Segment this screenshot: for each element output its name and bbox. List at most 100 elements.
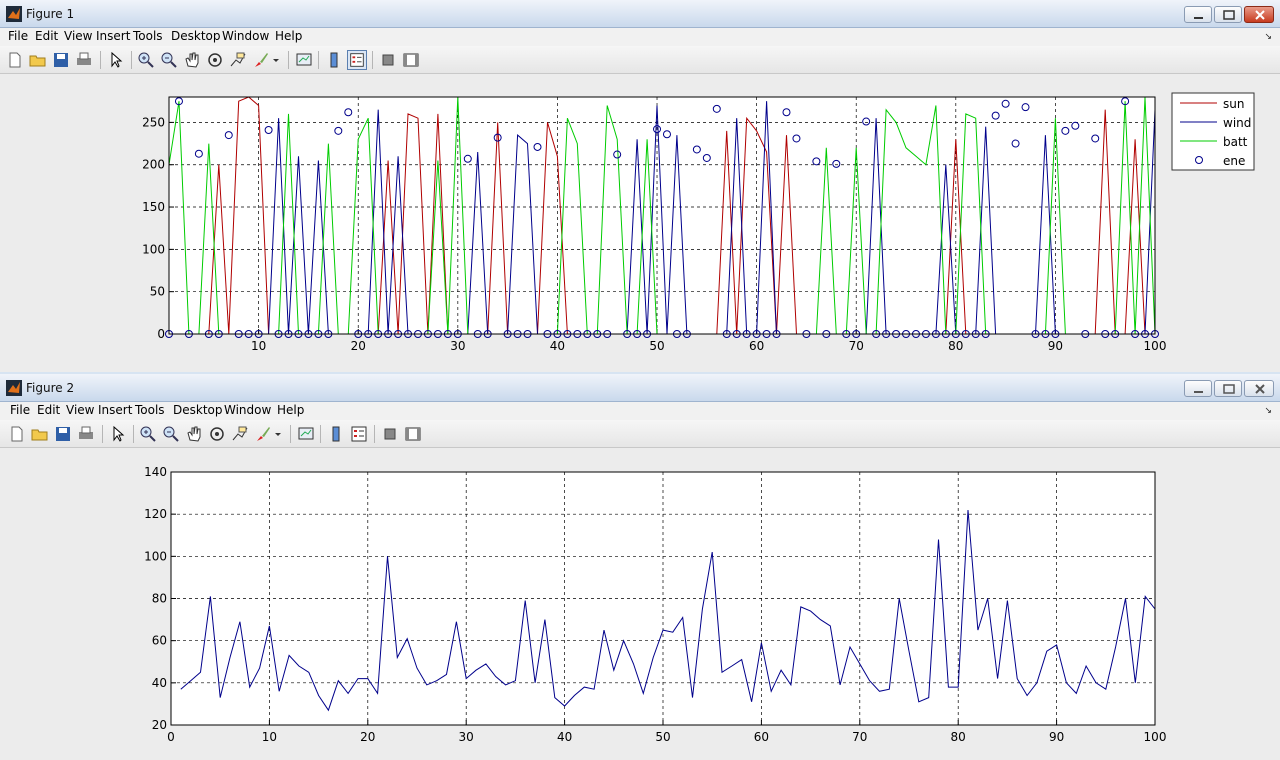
legend-label-wind: wind: [1223, 116, 1251, 130]
menu-insert[interactable]: Insert: [98, 403, 132, 417]
hide-plot-tools-icon[interactable]: [378, 50, 398, 70]
menu-view[interactable]: View: [66, 403, 94, 417]
maximize-button[interactable]: [1214, 380, 1242, 397]
new-figure-icon[interactable]: [7, 424, 27, 444]
figure2-axes[interactable]: 0 10 20 30 40 50 60 70 80 90 100 20 40 60 80 100 120 140: [144, 465, 1166, 744]
x-tick-label: 50: [649, 339, 664, 353]
select-arrow-icon[interactable]: [106, 50, 126, 70]
x-tick-label: 80: [951, 730, 966, 744]
pan-hand-icon[interactable]: [182, 50, 202, 70]
menu-window[interactable]: Window: [222, 29, 269, 43]
colorbar-icon[interactable]: [324, 50, 344, 70]
zoom-in-icon[interactable]: [138, 424, 158, 444]
menu-help[interactable]: Help: [277, 403, 304, 417]
brush-icon[interactable]: [253, 424, 273, 444]
maximize-button[interactable]: [1214, 6, 1242, 23]
dock-arrow-icon[interactable]: ↘: [1264, 32, 1272, 42]
menu-window[interactable]: Window: [224, 403, 271, 417]
y-tick-label: 200: [142, 158, 165, 172]
figure2-canvas: 0 10 20 30 40 50 60 70 80 90 100 20 40 60 80 100 120 140: [0, 449, 1280, 760]
matlab-icon: [6, 380, 22, 396]
y-tick-label: 120: [144, 507, 167, 521]
legend-label-ene: ene: [1223, 154, 1245, 168]
y-tick-label: 0: [157, 327, 165, 341]
link-plot-icon[interactable]: [296, 424, 316, 444]
toolbar-separator: [100, 51, 101, 69]
y-tick-label: 150: [142, 200, 165, 214]
x-tick-label: 100: [1144, 730, 1167, 744]
save-icon[interactable]: [51, 50, 71, 70]
legend-label-sun: sun: [1223, 97, 1244, 111]
dock-arrow-icon[interactable]: ↘: [1264, 406, 1272, 416]
show-plot-tools-icon[interactable]: [401, 50, 421, 70]
colorbar-icon[interactable]: [326, 424, 346, 444]
menu-bar: File Edit View Insert Tools Desktop Wind…: [0, 402, 1280, 420]
legend-icon[interactable]: [347, 50, 367, 70]
window-title: Figure 2: [26, 381, 75, 395]
rotate-3d-icon[interactable]: [207, 424, 227, 444]
select-arrow-icon[interactable]: [108, 424, 128, 444]
zoom-out-icon[interactable]: [159, 50, 179, 70]
x-tick-label: 80: [948, 339, 963, 353]
minimize-button[interactable]: [1184, 6, 1212, 23]
open-file-icon[interactable]: [30, 424, 50, 444]
matlab-icon: [6, 6, 22, 22]
print-icon[interactable]: [76, 424, 96, 444]
menu-tools[interactable]: Tools: [135, 403, 165, 417]
x-tick-label: 30: [459, 730, 474, 744]
x-tick-label: 50: [655, 730, 670, 744]
zoom-in-icon[interactable]: [136, 50, 156, 70]
close-button[interactable]: [1244, 380, 1274, 397]
x-tick-label: 40: [557, 730, 572, 744]
menu-edit[interactable]: Edit: [35, 29, 58, 43]
toolbar-separator: [131, 51, 132, 69]
close-button[interactable]: [1244, 6, 1274, 23]
brush-dropdown-icon[interactable]: [270, 50, 282, 70]
title-bar[interactable]: Figure 1: [0, 0, 1280, 28]
data-cursor-icon[interactable]: [230, 424, 250, 444]
figure2-window: Figure 2 File Edit View Insert Tools Des…: [0, 374, 1280, 760]
figure1-axes[interactable]: 10 20 30 40 50 60 70 80 90 100 0 50 100 150 200 250: [142, 96, 1166, 353]
toolbar-separator: [372, 51, 373, 69]
data-cursor-icon[interactable]: [228, 50, 248, 70]
x-tick-label: 60: [749, 339, 764, 353]
new-figure-icon[interactable]: [5, 50, 25, 70]
rotate-3d-icon[interactable]: [205, 50, 225, 70]
menu-view[interactable]: View: [64, 29, 92, 43]
menu-file[interactable]: File: [8, 29, 28, 43]
x-tick-label: 0: [167, 730, 175, 744]
minimize-button[interactable]: [1184, 380, 1212, 397]
zoom-out-icon[interactable]: [161, 424, 181, 444]
print-icon[interactable]: [74, 50, 94, 70]
x-tick-label: 20: [351, 339, 366, 353]
menu-desktop[interactable]: Desktop: [173, 403, 223, 417]
figure1-canvas: 10 20 30 40 50 60 70 80 90 100 0 50 100 150 200 250 sun…: [0, 75, 1280, 370]
window-title: Figure 1: [26, 7, 75, 21]
toolbar-separator: [288, 51, 289, 69]
brush-icon[interactable]: [251, 50, 271, 70]
x-tick-label: 30: [450, 339, 465, 353]
menu-tools[interactable]: Tools: [133, 29, 163, 43]
menu-bar: File Edit View Insert Tools Desktop Wind…: [0, 28, 1280, 46]
menu-file[interactable]: File: [10, 403, 30, 417]
y-tick-label: 80: [152, 592, 167, 606]
show-plot-tools-icon[interactable]: [403, 424, 423, 444]
toolbar-separator: [374, 425, 375, 443]
pan-hand-icon[interactable]: [184, 424, 204, 444]
legend-icon[interactable]: [349, 424, 369, 444]
y-tick-label: 20: [152, 718, 167, 732]
menu-edit[interactable]: Edit: [37, 403, 60, 417]
toolbar-separator: [320, 425, 321, 443]
menu-insert[interactable]: Insert: [96, 29, 130, 43]
figure1-legend[interactable]: sun wind batt ene: [1171, 92, 1255, 171]
save-icon[interactable]: [53, 424, 73, 444]
menu-help[interactable]: Help: [275, 29, 302, 43]
brush-dropdown-icon[interactable]: [272, 424, 284, 444]
hide-plot-tools-icon[interactable]: [380, 424, 400, 444]
x-tick-label: 90: [1048, 339, 1063, 353]
open-file-icon[interactable]: [28, 50, 48, 70]
title-bar[interactable]: Figure 2: [0, 374, 1280, 402]
menu-desktop[interactable]: Desktop: [171, 29, 221, 43]
link-plot-icon[interactable]: [294, 50, 314, 70]
y-tick-label: 250: [142, 115, 165, 129]
